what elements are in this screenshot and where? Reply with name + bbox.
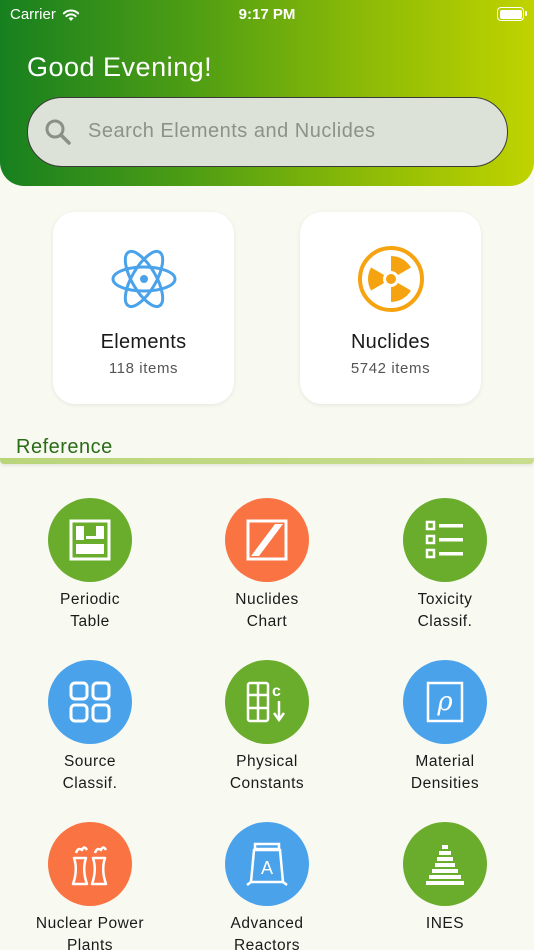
battery-icon: [497, 7, 527, 21]
grid-icon: [48, 660, 132, 744]
reactor-icon: A: [225, 822, 309, 906]
reference-label-line1: Physical: [236, 753, 298, 770]
reference-label-line2: Classif.: [62, 775, 118, 792]
reference-label-line2: Plants: [66, 937, 114, 950]
nuclides-card-title: Nuclides: [350, 331, 431, 353]
reference-label-line2: Chart: [246, 613, 288, 630]
status-bar: Carrier 9:17 PM: [0, 0, 534, 30]
reference-label-line1: Advanced: [230, 915, 304, 932]
elements-card[interactable]: Elements 118 items: [53, 212, 234, 404]
cooling-tower-icon: [48, 822, 132, 906]
reference-label-line1: Toxicity: [417, 591, 473, 608]
reference-label-line1: Source: [63, 753, 117, 770]
greeting-title: Good Evening!: [27, 52, 213, 82]
reference-label-line1: INES: [425, 915, 465, 932]
elements-card-title: Elements: [100, 331, 187, 353]
reference-label-line1: Material: [415, 753, 475, 770]
constants-icon: c: [225, 660, 309, 744]
reference-section-title: Reference: [16, 436, 113, 458]
radiation-icon: [358, 246, 424, 312]
atom-icon: [111, 249, 177, 309]
search-input[interactable]: [88, 98, 488, 165]
search-icon: [45, 119, 71, 145]
list-icon: [403, 498, 487, 582]
header: Carrier 9:17 PM Good Evening!: [0, 0, 534, 186]
reference-label-line2: Densities: [410, 775, 480, 792]
reference-label-line1: Nuclear Power: [35, 915, 145, 932]
ines-pyramid-icon: [403, 822, 487, 906]
svg-text:ρ: ρ: [436, 687, 453, 717]
svg-text:c: c: [272, 683, 281, 700]
nuclides-chart-icon: [225, 498, 309, 582]
nuclides-card-count: 5742 items: [350, 360, 431, 377]
periodic-table-icon: [48, 498, 132, 582]
reference-label-line1: Periodic: [60, 591, 120, 608]
reference-label-line2: Classif.: [417, 613, 473, 630]
search-bar[interactable]: [27, 97, 508, 167]
nuclides-card[interactable]: Nuclides 5742 items: [300, 212, 481, 404]
clock: 9:17 PM: [238, 6, 296, 23]
reference-label-line1: Nuclides: [235, 591, 299, 608]
reference-label-line2: Reactors: [233, 937, 301, 950]
reference-divider: [0, 458, 534, 464]
elements-card-count: 118 items: [108, 360, 179, 377]
rho-icon: ρ: [403, 660, 487, 744]
reference-label-line2: Table: [70, 613, 110, 630]
svg-text:A: A: [261, 858, 273, 878]
reference-label-line2: Constants: [229, 775, 305, 792]
